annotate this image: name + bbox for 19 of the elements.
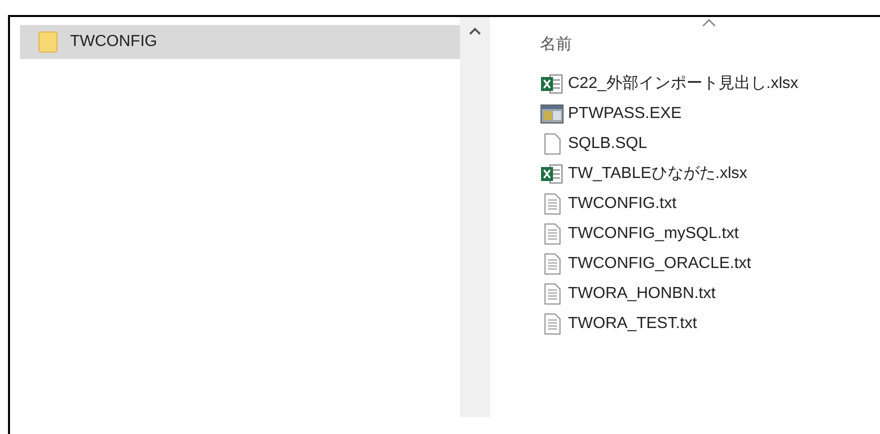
scrollbar[interactable] xyxy=(460,17,490,417)
file-item[interactable]: SQLB.SQL xyxy=(540,129,880,159)
folder-icon xyxy=(38,30,58,54)
file-item[interactable]: TWORA_TEST.txt xyxy=(540,309,880,339)
folder-tree-item[interactable]: TWCONFIG xyxy=(20,25,460,59)
file-item[interactable]: C22_外部インポート見出し.xlsx xyxy=(540,69,880,99)
file-item[interactable]: TW_TABLEひながた.xlsx xyxy=(540,159,880,189)
spreadsheet-icon xyxy=(540,73,564,95)
spreadsheet-icon xyxy=(540,163,564,185)
file-item[interactable]: TWCONFIG_mySQL.txt xyxy=(540,219,880,249)
sort-up-icon xyxy=(702,19,716,27)
file-item[interactable]: TWCONFIG.txt xyxy=(540,189,880,219)
column-header[interactable]: 名前 xyxy=(540,33,880,63)
application-icon xyxy=(540,103,564,125)
file-item[interactable]: TWCONFIG_ORACLE.txt xyxy=(540,249,880,279)
file-item[interactable]: TWORA_HONBN.txt xyxy=(540,279,880,309)
scroll-up-icon[interactable] xyxy=(469,27,481,35)
file-item[interactable]: PTWPASS.EXE xyxy=(540,99,880,129)
folder-label: TWCONFIG xyxy=(70,32,158,52)
